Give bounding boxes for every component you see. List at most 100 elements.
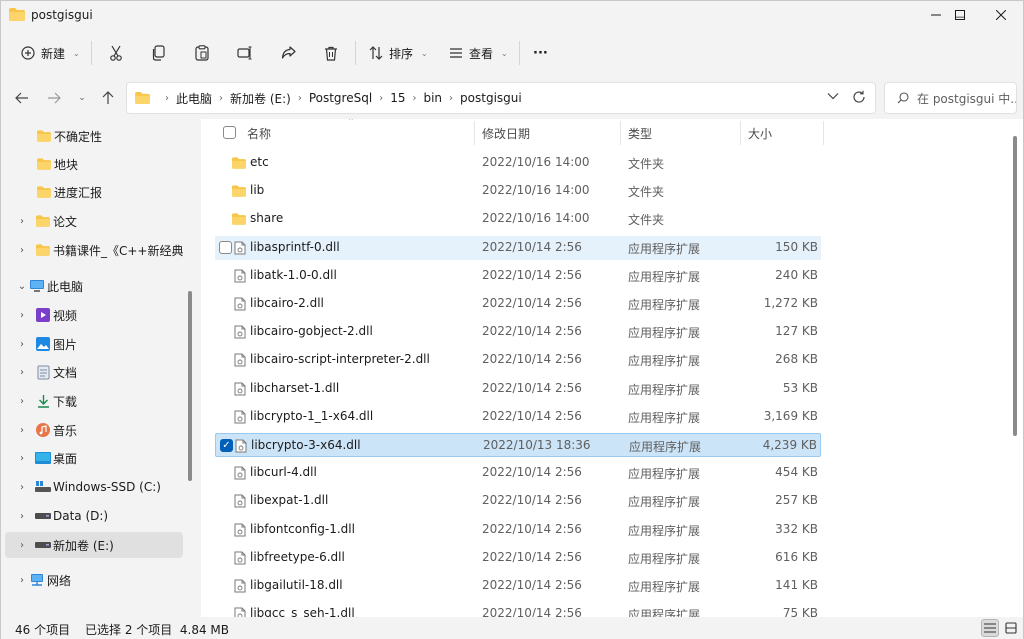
paste-button[interactable] (190, 41, 214, 65)
sidebar-item-1[interactable]: 地块 (5, 151, 183, 177)
breadcrumb-15[interactable]: 15 (390, 91, 405, 105)
tiles-view-button[interactable] (1002, 619, 1020, 637)
sidebar-item-5[interactable]: ⌄ 此电脑 (5, 273, 183, 299)
address-bar[interactable]: › 此电脑 › 新加卷 (E:) › PostgreSql › 15 › bin… (126, 82, 876, 114)
maximize-button[interactable] (937, 0, 983, 30)
sidebar-scrollbar[interactable] (188, 291, 192, 481)
row-checkbox[interactable] (219, 241, 232, 254)
breadcrumb-this-pc[interactable]: 此电脑 (176, 90, 212, 107)
chevron-right-icon[interactable]: › (17, 540, 27, 551)
column-date-header[interactable]: 修改日期 (482, 125, 530, 142)
delete-button[interactable] (319, 41, 343, 65)
column-name-header[interactable]: 名称 (247, 125, 271, 142)
sidebar-item-13[interactable]: › Data (D:) (5, 503, 183, 529)
chevron-right-icon[interactable]: › (17, 453, 27, 464)
recent-locations-button[interactable]: ⌄ (71, 87, 93, 109)
file-row[interactable]: libcairo-script-interpreter-2.dll 2022/10… (215, 348, 821, 372)
copy-button[interactable] (147, 41, 171, 65)
cut-button[interactable] (104, 41, 128, 65)
file-row[interactable]: libfreetype-6.dll 2022/10/14 2:56 应用程序扩展 61… (215, 546, 821, 570)
chevron-right-icon[interactable]: › (17, 310, 27, 321)
column-divider[interactable] (740, 121, 741, 145)
file-row[interactable]: libcharset-1.dll 2022/10/14 2:56 应用程序扩展 53 … (215, 377, 821, 401)
new-button[interactable]: 新建 ⌄ (21, 39, 80, 67)
chevron-right-icon[interactable]: › (17, 367, 27, 378)
sidebar-item-15[interactable]: › 网络 (5, 567, 183, 593)
row-checkbox[interactable]: ✓ (220, 439, 233, 452)
sidebar-item-7[interactable]: › 图片 (5, 331, 183, 357)
chevron-right-icon[interactable]: › (17, 425, 27, 436)
navigation-pane: 不确定性地块进度汇报 › 论文 › 书籍课件_《C++新经典》_ ⌄ 此电脑 › 视频 › 图片 › 文… (1, 119, 196, 617)
sidebar-item-label: 桌面 (53, 451, 78, 466)
breadcrumb-drive-e[interactable]: 新加卷 (E:) (230, 90, 291, 107)
column-size-header[interactable]: 大小 (748, 125, 772, 142)
breadcrumb-postgisgui[interactable]: postgisgui (460, 91, 522, 105)
sidebar-item-4[interactable]: › 书籍课件_《C++新经典》_ (5, 237, 183, 263)
file-name: lib (250, 183, 265, 197)
chevron-right-icon[interactable]: › (17, 245, 27, 256)
chevron-right-icon[interactable]: › (17, 575, 27, 586)
file-name: libcrypto-3-x64.dll (251, 438, 361, 452)
sidebar-item-10[interactable]: › 音乐 (5, 417, 183, 443)
details-view-button[interactable] (981, 619, 999, 637)
file-row[interactable]: libatk-1.0-0.dll 2022/10/14 2:56 应用程序扩展 240… (215, 264, 821, 288)
column-type-header[interactable]: 类型 (628, 125, 652, 142)
chevron-right-icon[interactable]: › (17, 396, 27, 407)
breadcrumb-postgresql[interactable]: PostgreSql (309, 91, 372, 105)
column-divider[interactable] (620, 121, 621, 145)
address-dropdown-button[interactable] (827, 90, 839, 103)
item-count: 46 个项目 (15, 623, 71, 637)
file-row[interactable]: share 2022/10/16 14:00 文件夹 (215, 207, 821, 231)
folder-icon (9, 8, 25, 21)
chevron-right-icon[interactable]: › (17, 339, 27, 350)
sidebar-item-6[interactable]: › 视频 (5, 302, 183, 328)
file-row[interactable]: libcairo-gobject-2.dll 2022/10/14 2:56 应用程… (215, 320, 821, 344)
rename-button[interactable] (233, 41, 257, 65)
window-title: postgisgui (31, 8, 93, 22)
sidebar-item-3[interactable]: › 论文 (5, 208, 183, 234)
file-row[interactable]: ✓ libcrypto-3-x64.dll 2022/10/13 18:36 应用程序… (215, 433, 821, 457)
file-row[interactable]: libcurl-4.dll 2022/10/14 2:56 应用程序扩展 454 KB (215, 461, 821, 485)
select-all-checkbox[interactable] (223, 126, 236, 139)
file-row[interactable]: libgailutil-18.dll 2022/10/14 2:56 应用程序扩展 1… (215, 574, 821, 598)
file-row[interactable]: libgcc_s_seh-1.dll 2022/10/14 2:56 应用程序扩展 7… (215, 602, 821, 617)
sidebar-item-9[interactable]: › 下载 (5, 388, 183, 414)
up-button[interactable] (97, 87, 119, 109)
sidebar-item-2[interactable]: 进度汇报 (5, 179, 183, 205)
chevron-down-icon[interactable]: ⌄ (17, 281, 27, 292)
file-row[interactable]: libexpat-1.dll 2022/10/14 2:56 应用程序扩展 257 K… (215, 489, 821, 513)
dll-file-icon (234, 466, 246, 480)
chevron-down-icon: ⌄ (78, 93, 86, 103)
file-date: 2022/10/14 2:56 (482, 240, 582, 254)
file-date: 2022/10/14 2:56 (482, 352, 582, 366)
sidebar-item-12[interactable]: › Windows-SSD (C:) (5, 474, 183, 500)
share-button[interactable] (276, 41, 300, 65)
back-button[interactable] (11, 87, 33, 109)
breadcrumb-bin[interactable]: bin (423, 91, 442, 105)
close-button[interactable] (978, 0, 1024, 30)
sort-button[interactable]: 排序 ⌄ (369, 39, 428, 67)
column-divider[interactable] (474, 121, 475, 145)
refresh-icon (853, 90, 865, 103)
file-row[interactable]: lib 2022/10/16 14:00 文件夹 (215, 179, 821, 203)
sidebar-item-11[interactable]: › 桌面 (5, 445, 183, 471)
file-row[interactable]: libfontconfig-1.dll 2022/10/14 2:56 应用程序扩展… (215, 518, 821, 542)
refresh-button[interactable] (852, 90, 866, 107)
more-options-button[interactable]: ··· (533, 39, 548, 67)
chevron-right-icon[interactable]: › (17, 482, 27, 493)
search-box[interactable]: 在 postgisgui 中... (884, 82, 1017, 114)
view-button[interactable]: 查看 ⌄ (449, 39, 508, 67)
file-name: libcrypto-1_1-x64.dll (250, 409, 374, 423)
sidebar-item-8[interactable]: › 文档 (5, 359, 183, 385)
file-row[interactable]: libasprintf-0.dll 2022/10/14 2:56 应用程序扩展 15… (215, 236, 821, 260)
file-row[interactable]: libcrypto-1_1-x64.dll 2022/10/14 2:56 应用程序… (215, 405, 821, 429)
sidebar-item-14[interactable]: › 新加卷 (E:) (5, 532, 183, 558)
chevron-right-icon[interactable]: › (17, 511, 27, 522)
forward-button[interactable] (43, 87, 65, 109)
chevron-right-icon[interactable]: › (17, 216, 27, 227)
file-list-scrollbar[interactable] (1013, 136, 1017, 436)
file-row[interactable]: etc 2022/10/16 14:00 文件夹 (215, 151, 821, 175)
sidebar-item-0[interactable]: 不确定性 (5, 123, 183, 149)
file-row[interactable]: libcairo-2.dll 2022/10/14 2:56 应用程序扩展 1,272… (215, 292, 821, 316)
column-divider[interactable] (823, 121, 824, 145)
